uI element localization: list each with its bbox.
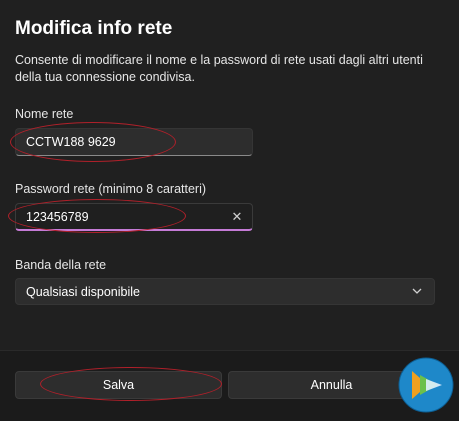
dialog-footer: Salva Annulla <box>0 350 459 421</box>
password-label: Password rete (minimo 8 caratteri) <box>15 182 207 196</box>
network-name-label: Nome rete <box>15 107 74 121</box>
logo-icon <box>398 357 454 413</box>
edit-network-dialog: Modifica info rete Consente di modificar… <box>0 0 459 421</box>
close-icon[interactable]: ✕ <box>228 208 246 226</box>
band-selected-value: Qualsiasi disponibile <box>26 284 140 299</box>
password-value: 123456789 <box>26 209 89 224</box>
dialog-description: Consente di modificare il nome e la pass… <box>15 53 423 84</box>
network-name-value: CCTW188 9629 <box>26 135 116 149</box>
band-label: Banda della rete <box>15 258 107 272</box>
chevron-down-icon <box>412 288 422 294</box>
save-button-label: Salva <box>102 378 135 392</box>
dialog-content: Modifica info rete Consente di modificar… <box>0 0 459 350</box>
dialog-title: Modifica info rete <box>15 18 173 39</box>
network-name-input[interactable]: CCTW188 9629 <box>15 128 253 156</box>
band-select[interactable]: Qualsiasi disponibile <box>15 278 435 305</box>
password-input[interactable]: 123456789 ✕ <box>15 203 253 231</box>
cancel-button-label: Annulla <box>310 378 353 392</box>
save-button[interactable]: Salva <box>15 371 222 399</box>
